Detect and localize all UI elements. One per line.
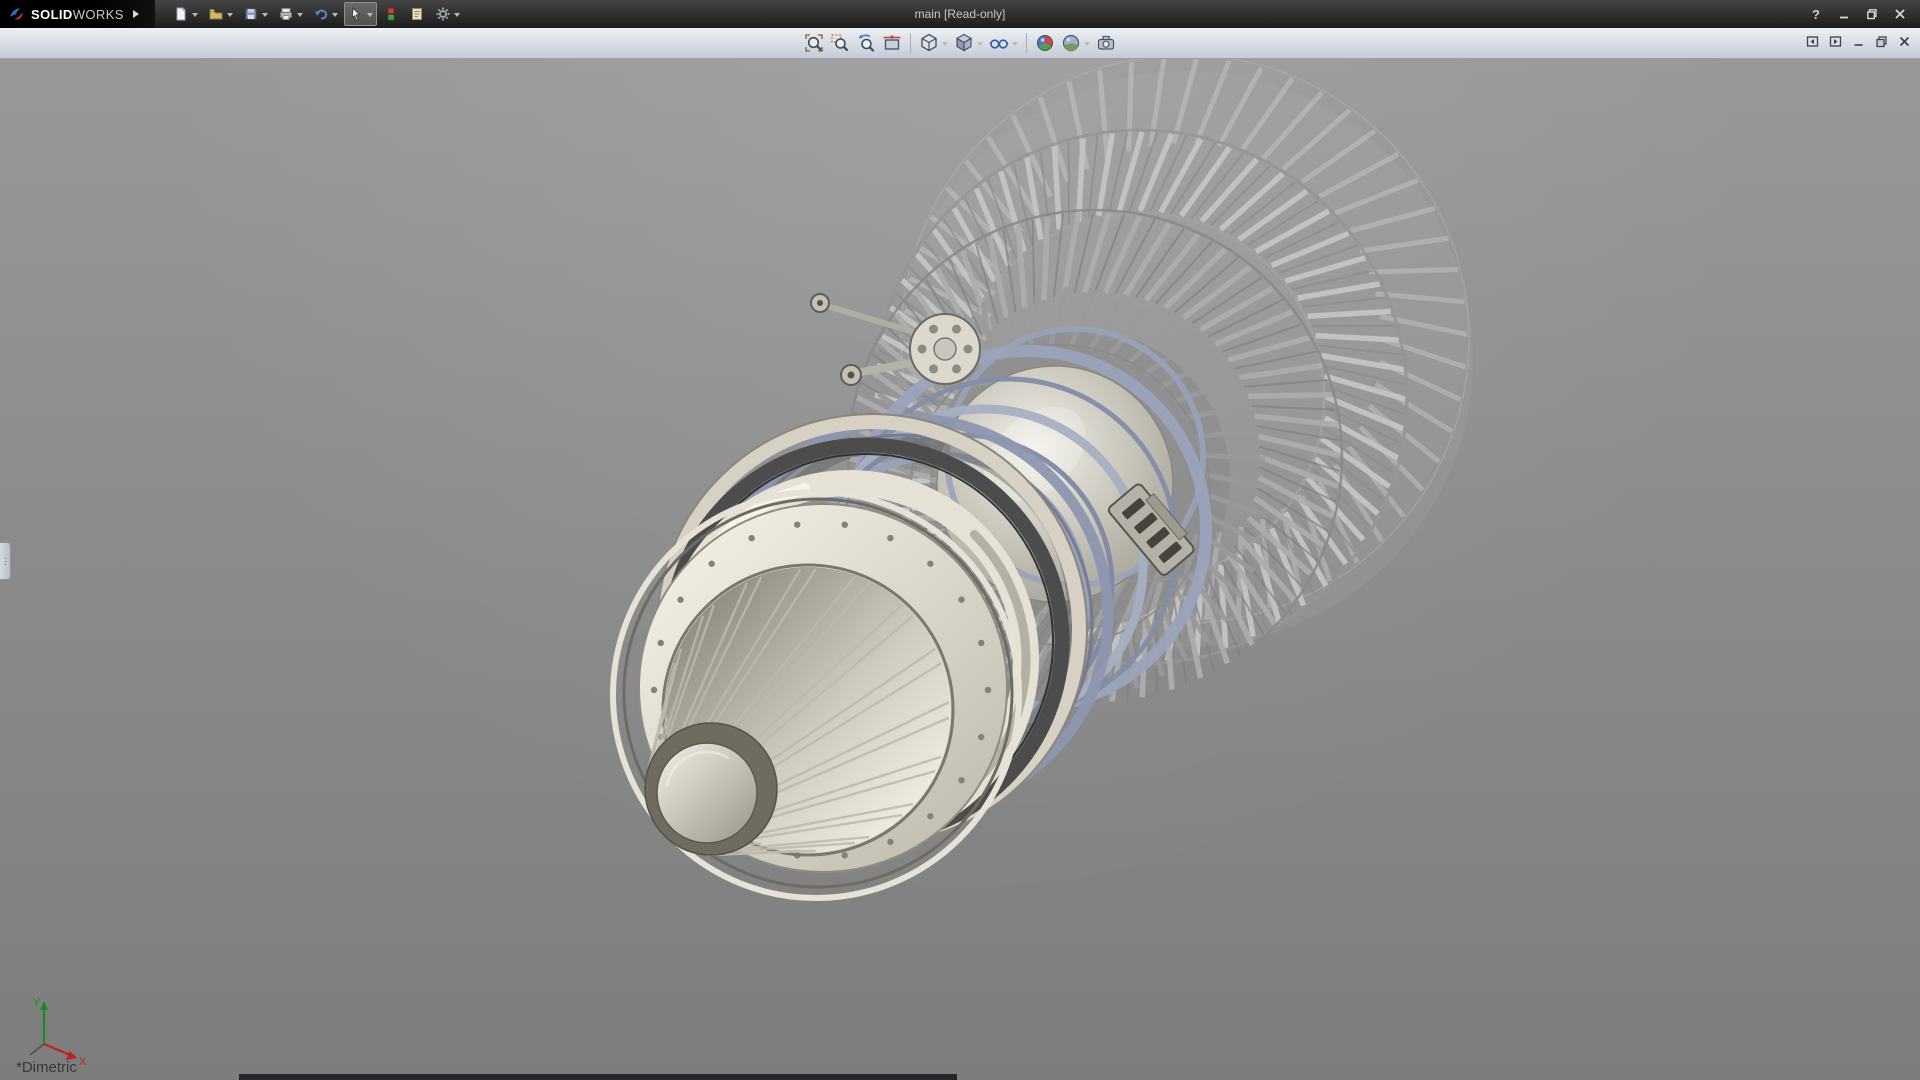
restore-icon — [1866, 8, 1878, 20]
close-icon — [1894, 8, 1906, 20]
rebuild-button[interactable] — [379, 2, 403, 26]
display-style-cube-icon — [954, 33, 974, 53]
print-document-button[interactable] — [274, 2, 307, 26]
pane-toggle-right-icon — [1829, 35, 1842, 48]
help-button[interactable]: ? — [1806, 5, 1826, 23]
select-button[interactable] — [344, 2, 377, 26]
printer-icon — [278, 6, 294, 22]
3d-model-jet-engine: Y X — [0, 59, 1920, 1080]
zoom-to-fit-icon — [804, 33, 824, 53]
minimize-document-icon — [1852, 35, 1865, 48]
save-disk-icon — [243, 6, 259, 22]
zoom-to-area-icon — [830, 33, 850, 53]
edit-appearance-button[interactable] — [1033, 30, 1057, 56]
close-window-button[interactable] — [1890, 5, 1910, 23]
heads-up-toolbar — [802, 30, 1118, 56]
heads-up-view-bar — [0, 28, 1920, 59]
toolbar-separator — [910, 33, 911, 53]
pane-toggle-left-icon — [1806, 35, 1819, 48]
undo-button[interactable] — [309, 2, 342, 26]
pane-toggle-left-button[interactable] — [1803, 33, 1822, 50]
display-style-caret[interactable] — [977, 42, 983, 49]
restore-document-button[interactable] — [1872, 33, 1891, 50]
orientation-triad: Y X — [30, 997, 87, 1068]
new-document-icon — [173, 6, 189, 22]
bottom-dark-strip — [239, 1074, 957, 1080]
open-dropdown-caret[interactable] — [227, 13, 233, 20]
options-button[interactable] — [431, 2, 464, 26]
brand-text: SOLIDWORKS — [31, 7, 124, 22]
titlebar-toolbar — [169, 2, 464, 26]
apply-scene-button[interactable] — [1059, 30, 1092, 56]
window-controls: ? — [1806, 5, 1920, 23]
view-orientation-button[interactable] — [917, 30, 950, 56]
featuremanager-collapsed-tab[interactable]: ⋮ — [0, 542, 11, 580]
apply-scene-sphere-icon — [1061, 33, 1081, 53]
menu-expand-arrow[interactable] — [133, 10, 143, 18]
minimize-document-button[interactable] — [1849, 33, 1868, 50]
brand-bold: SOLID — [31, 7, 73, 22]
save-document-button[interactable] — [239, 2, 272, 26]
view-orientation-cube-icon — [919, 33, 939, 53]
options-dropdown-caret[interactable] — [454, 13, 460, 20]
help-icon: ? — [1812, 7, 1820, 22]
open-folder-icon — [208, 6, 224, 22]
3ds-logo-icon — [8, 6, 26, 22]
minimize-window-button[interactable] — [1834, 5, 1854, 23]
display-style-button[interactable] — [952, 30, 985, 56]
document-window-controls — [1803, 33, 1914, 50]
pane-toggle-right-button[interactable] — [1826, 33, 1845, 50]
restore-document-icon — [1875, 35, 1888, 48]
undo-arrow-icon — [313, 6, 329, 22]
solidworks-logo[interactable]: SOLIDWORKS — [0, 0, 155, 28]
brand-light: WORKS — [73, 7, 124, 22]
new-document-button[interactable] — [169, 2, 202, 26]
graphics-viewport[interactable]: Y X ⋮ *Dimetric — [0, 59, 1920, 1080]
view-orientation-caret[interactable] — [942, 42, 948, 49]
hide-show-items-button[interactable] — [987, 30, 1020, 56]
select-cursor-icon — [348, 6, 364, 22]
triad-x-label: X — [79, 1056, 87, 1068]
section-view-icon — [882, 33, 902, 53]
toolbar-separator — [1026, 33, 1027, 53]
minimize-icon — [1838, 8, 1850, 20]
edit-appearance-sphere-icon — [1035, 33, 1055, 53]
close-document-icon — [1898, 35, 1911, 48]
open-document-button[interactable] — [204, 2, 237, 26]
print-dropdown-caret[interactable] — [297, 13, 303, 20]
title-bar: SOLIDWORKS — [0, 0, 1920, 28]
zoom-to-fit-button[interactable] — [802, 30, 826, 56]
close-document-button[interactable] — [1895, 33, 1914, 50]
file-properties-button[interactable] — [405, 2, 429, 26]
solidworks-window: { "titlebar": { "brand": { "bold": "SOLI… — [0, 0, 1920, 1080]
triad-y-label: Y — [33, 997, 41, 1009]
apply-scene-caret[interactable] — [1084, 42, 1090, 49]
view-settings-button[interactable] — [1094, 30, 1118, 56]
zoom-to-area-button[interactable] — [828, 30, 852, 56]
section-view-button[interactable] — [880, 30, 904, 56]
new-dropdown-caret[interactable] — [192, 13, 198, 20]
save-dropdown-caret[interactable] — [262, 13, 268, 20]
hide-show-items-caret[interactable] — [1012, 42, 1018, 49]
previous-view-button[interactable] — [854, 30, 878, 56]
restore-window-button[interactable] — [1862, 5, 1882, 23]
options-gear-icon — [435, 6, 451, 22]
previous-view-icon — [856, 33, 876, 53]
view-orientation-label: *Dimetric — [16, 1059, 77, 1076]
file-properties-icon — [409, 6, 425, 22]
jet-engine-model — [613, 59, 1473, 898]
hide-show-glasses-icon — [989, 33, 1009, 53]
rebuild-icon — [383, 6, 399, 22]
select-dropdown-caret[interactable] — [367, 13, 373, 20]
undo-dropdown-caret[interactable] — [332, 13, 338, 20]
view-settings-camera-icon — [1096, 33, 1116, 53]
